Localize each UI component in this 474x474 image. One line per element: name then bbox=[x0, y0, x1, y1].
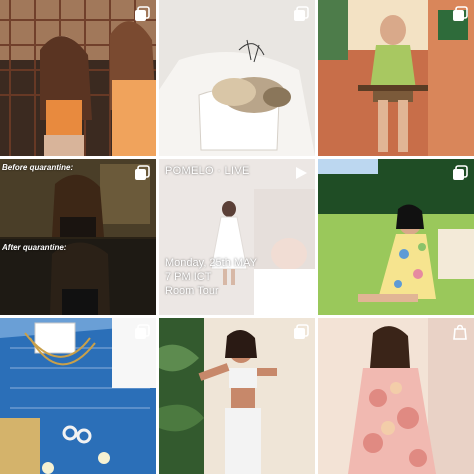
post-image-1 bbox=[0, 0, 156, 156]
post-tile-7[interactable] bbox=[0, 318, 156, 474]
post-tile-9[interactable] bbox=[318, 318, 474, 474]
post-tile-5[interactable]: POMELO · LIVE Monday, 25th MAY 7 PM ICT … bbox=[159, 159, 315, 315]
post-tile-6[interactable] bbox=[318, 159, 474, 315]
carousel-icon bbox=[135, 324, 150, 339]
carousel-icon bbox=[453, 165, 468, 180]
carousel-icon bbox=[294, 324, 309, 339]
carousel-icon bbox=[453, 6, 468, 21]
post-tile-1[interactable] bbox=[0, 0, 156, 156]
post-image-2 bbox=[159, 0, 315, 156]
before-caption: Before quarantine: bbox=[2, 163, 74, 172]
after-caption: After quarantine: bbox=[2, 243, 67, 252]
post-tile-8[interactable] bbox=[159, 318, 315, 474]
post-image-4 bbox=[0, 159, 156, 315]
carousel-icon bbox=[135, 6, 150, 21]
shopping-bag-icon bbox=[453, 324, 467, 340]
post-image-6 bbox=[318, 159, 474, 315]
post-image-3 bbox=[318, 0, 474, 156]
instagram-post-grid: Before quarantine: After quarantine: POM… bbox=[0, 0, 474, 474]
post-tile-3[interactable] bbox=[318, 0, 474, 156]
post-image-7 bbox=[0, 318, 156, 474]
event-title: Room Tour bbox=[165, 285, 219, 297]
event-date: Monday, 25th MAY bbox=[165, 257, 257, 269]
carousel-icon bbox=[135, 165, 150, 180]
post-image-8 bbox=[159, 318, 315, 474]
post-image-9 bbox=[318, 318, 474, 474]
event-time: 7 PM ICT bbox=[165, 271, 212, 283]
post-tile-2[interactable] bbox=[159, 0, 315, 156]
carousel-icon bbox=[294, 6, 309, 21]
brand-live-label: POMELO · LIVE bbox=[165, 165, 250, 177]
post-tile-4[interactable]: Before quarantine: After quarantine: bbox=[0, 159, 156, 315]
video-play-icon bbox=[296, 167, 307, 179]
